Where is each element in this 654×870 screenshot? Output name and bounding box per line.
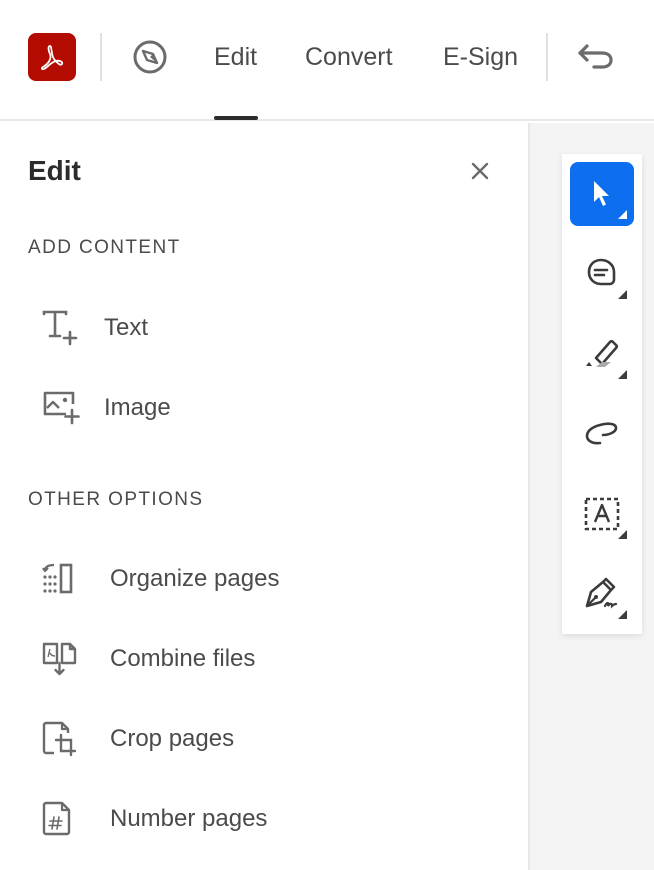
highlight-tool-button[interactable] bbox=[570, 322, 634, 386]
header-divider bbox=[100, 33, 102, 81]
crop-pages-item[interactable]: Crop pages bbox=[28, 709, 498, 769]
panel-title: Edit bbox=[28, 155, 81, 186]
adobe-acrobat-logo[interactable] bbox=[28, 33, 76, 81]
header-divider bbox=[546, 33, 548, 81]
sign-tool-button[interactable] bbox=[570, 562, 634, 626]
add-image-item[interactable]: Image bbox=[28, 378, 498, 438]
undo-icon[interactable] bbox=[574, 40, 616, 76]
active-tab-indicator bbox=[214, 116, 258, 120]
crop-pages-icon bbox=[28, 719, 110, 759]
quick-tools-toolbar bbox=[562, 154, 642, 634]
text-box-icon bbox=[584, 497, 620, 531]
draw-tool-button[interactable] bbox=[570, 402, 634, 466]
add-image-label: Image bbox=[104, 394, 171, 421]
section-label-other-options: OTHER OPTIONS bbox=[28, 489, 204, 510]
acrobat-logo-icon bbox=[41, 45, 64, 71]
combine-files-icon bbox=[28, 639, 110, 679]
organize-pages-label: Organize pages bbox=[110, 565, 280, 592]
more-options-indicator bbox=[618, 610, 627, 619]
highlighter-icon bbox=[586, 339, 619, 367]
number-pages-item[interactable]: Number pages bbox=[28, 789, 498, 849]
more-options-indicator bbox=[618, 530, 627, 539]
close-icon bbox=[471, 162, 489, 180]
number-pages-label: Number pages bbox=[110, 805, 268, 832]
tab-convert[interactable]: Convert bbox=[305, 36, 393, 78]
crop-pages-label: Crop pages bbox=[110, 725, 235, 752]
tab-edit[interactable]: Edit bbox=[214, 36, 257, 78]
organize-pages-item[interactable]: Organize pages bbox=[28, 549, 498, 609]
select-tool-button[interactable] bbox=[570, 162, 634, 226]
add-image-icon bbox=[28, 388, 104, 428]
add-text-label: Text bbox=[104, 314, 149, 341]
organize-pages-icon bbox=[28, 559, 110, 599]
more-options-indicator bbox=[618, 290, 627, 299]
freehand-draw-icon bbox=[585, 422, 618, 445]
tab-esign[interactable]: E-Sign bbox=[443, 36, 518, 78]
combine-files-item[interactable]: Combine files bbox=[28, 629, 498, 689]
add-text-item[interactable]: Text bbox=[28, 298, 498, 358]
pen-sign-icon bbox=[585, 577, 618, 609]
number-pages-icon bbox=[28, 799, 110, 839]
compass-icon[interactable] bbox=[131, 38, 169, 76]
text-select-tool-button[interactable] bbox=[570, 482, 634, 546]
close-panel-button[interactable] bbox=[464, 155, 496, 187]
comment-icon bbox=[587, 258, 616, 286]
edit-panel: Edit ADD CONTENT Text Image OTHER OPTION… bbox=[0, 123, 528, 870]
add-text-icon bbox=[28, 308, 104, 348]
comment-tool-button[interactable] bbox=[570, 242, 634, 306]
cursor-icon bbox=[594, 181, 609, 206]
top-header: Edit Convert E-Sign bbox=[0, 0, 654, 121]
section-label-add-content: ADD CONTENT bbox=[28, 237, 181, 258]
combine-files-label: Combine files bbox=[110, 645, 256, 672]
more-options-indicator bbox=[618, 210, 627, 219]
more-options-indicator bbox=[618, 370, 627, 379]
